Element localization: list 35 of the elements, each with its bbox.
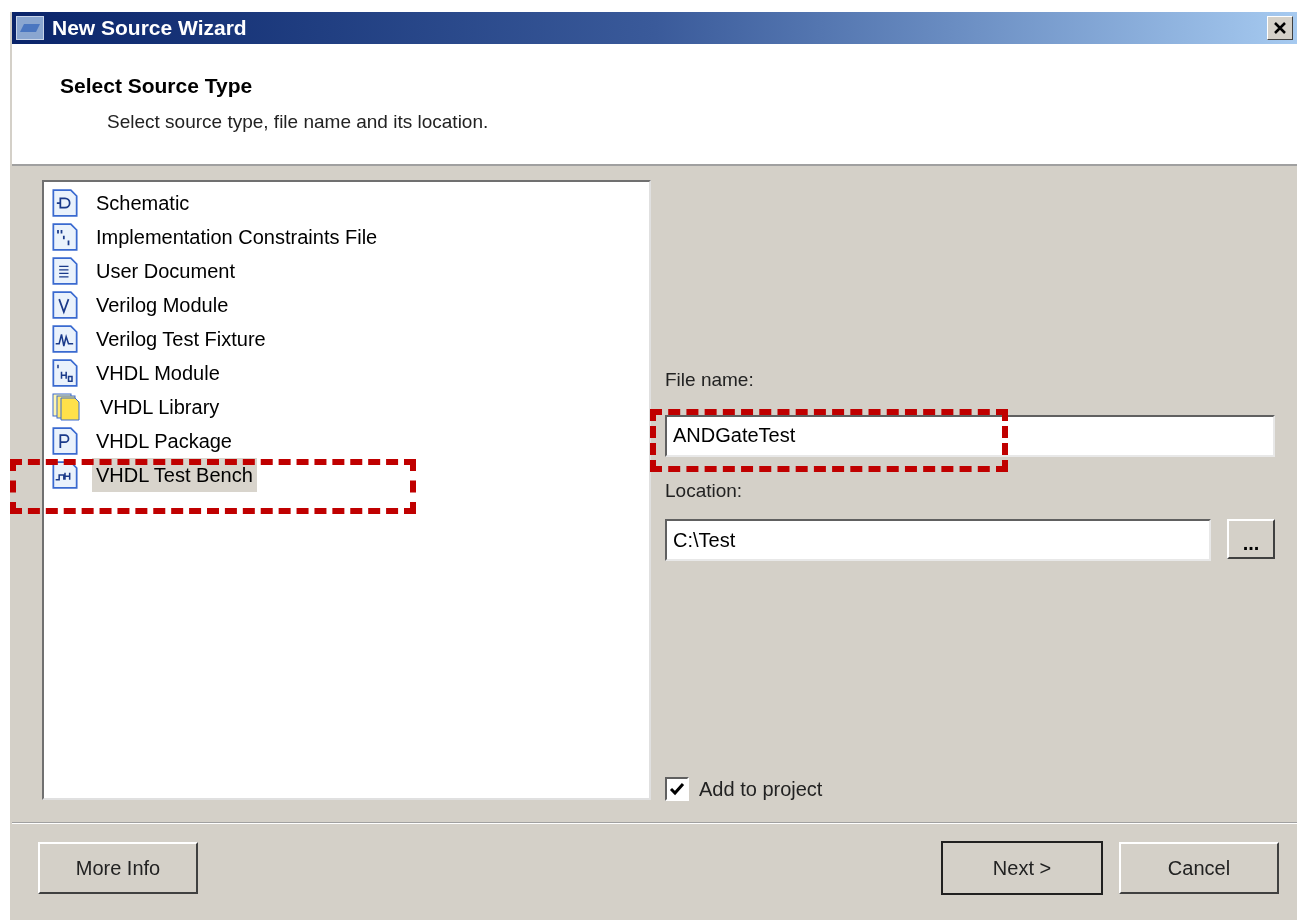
close-button[interactable] <box>1267 16 1293 40</box>
file-icon <box>52 427 78 455</box>
list-item[interactable]: VHDL Module <box>92 356 224 390</box>
page-description: Select source type, file name and its location. <box>106 109 490 134</box>
window-title: New Source Wizard <box>52 15 247 42</box>
list-item[interactable]: Schematic <box>92 186 194 220</box>
browse-button[interactable]: ... <box>1227 519 1275 559</box>
checkbox-label: Add to project <box>699 777 823 802</box>
next-button[interactable]: Next > <box>941 841 1103 895</box>
check-icon <box>669 782 685 796</box>
list-item[interactable]: Implementation Constraints File <box>92 220 382 254</box>
list-item[interactable]: VHDL Library <box>96 390 224 424</box>
list-item[interactable]: VHDL Package <box>92 424 236 458</box>
field-label: File name: <box>665 368 755 392</box>
file-icon <box>52 325 78 353</box>
file-icon <box>52 223 78 251</box>
close-icon <box>1273 21 1287 35</box>
cancel-button[interactable]: Cancel <box>1119 842 1279 894</box>
checkbox[interactable] <box>665 777 689 801</box>
list-item[interactable]: User Document <box>92 254 239 288</box>
list-item[interactable]: Verilog Test Fixture <box>92 322 270 356</box>
file-icon <box>52 461 78 489</box>
location-field[interactable]: C:\Test <box>665 519 1211 561</box>
more-info-button[interactable]: More Info <box>38 842 198 894</box>
page-heading: Select Source Type <box>60 73 254 99</box>
file-icon <box>52 359 78 387</box>
file-name-field[interactable]: ANDGateTest <box>665 414 1275 457</box>
file-icon <box>52 257 78 285</box>
folder-stack-icon <box>52 393 82 421</box>
file-icon <box>52 189 78 217</box>
file-icon <box>52 291 78 319</box>
list-item[interactable]: Verilog Module <box>92 288 233 322</box>
field-label: Location: <box>665 478 744 503</box>
app-logo-icon <box>16 16 44 40</box>
source-type-list[interactable]: Schematic Implementation Constraints File User Document Verilog Module Verilog Test Fixture VHDL Module VHDL Library VHDL Package VHDL Test Bench <box>42 180 651 800</box>
